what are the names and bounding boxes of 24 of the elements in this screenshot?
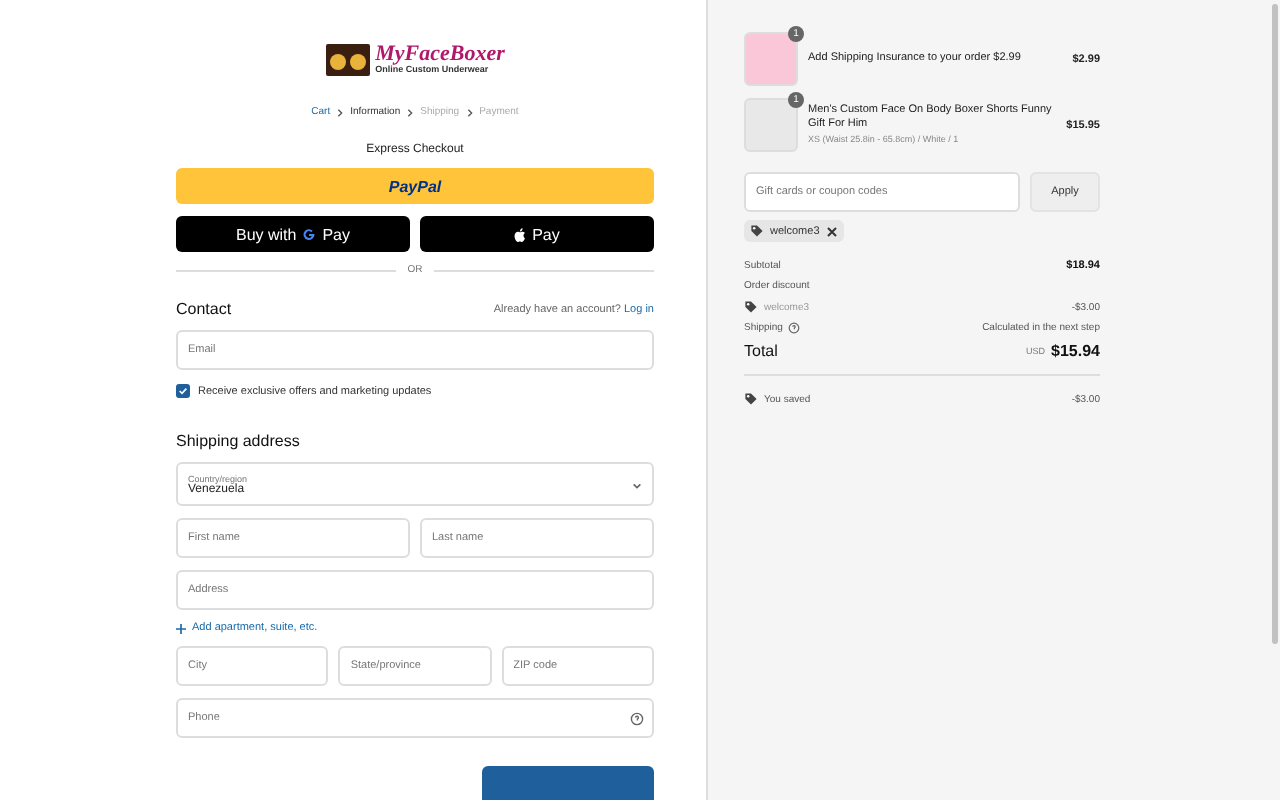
marketing-checkbox[interactable] [176, 384, 190, 398]
apple-pay-button[interactable]: Pay [420, 216, 654, 252]
chevron-icon [465, 107, 474, 117]
shipping-heading: Shipping address [176, 432, 300, 450]
contact-heading: Contact [176, 300, 232, 318]
tag-icon [744, 300, 758, 314]
total-value: $15.94 [1051, 342, 1100, 360]
tag-icon [750, 224, 764, 238]
apple-icon [514, 227, 527, 241]
tag-icon [744, 392, 758, 406]
close-icon[interactable] [825, 225, 838, 237]
plus-icon [176, 623, 186, 633]
logo-icon [325, 44, 370, 76]
brand-name: MyFaceBoxer [375, 44, 505, 67]
total-label: Total [744, 342, 778, 360]
scrollbar[interactable] [1272, 4, 1278, 644]
chevron-down-icon [632, 482, 642, 490]
chevron-icon [336, 107, 345, 117]
g-logo-icon [302, 227, 317, 241]
help-icon[interactable] [788, 322, 801, 334]
chevron-icon [406, 107, 415, 117]
help-icon[interactable] [630, 711, 644, 725]
paypal-button[interactable]: PayPal [176, 168, 654, 204]
google-pay-button[interactable]: Buy with Pay [176, 216, 410, 252]
